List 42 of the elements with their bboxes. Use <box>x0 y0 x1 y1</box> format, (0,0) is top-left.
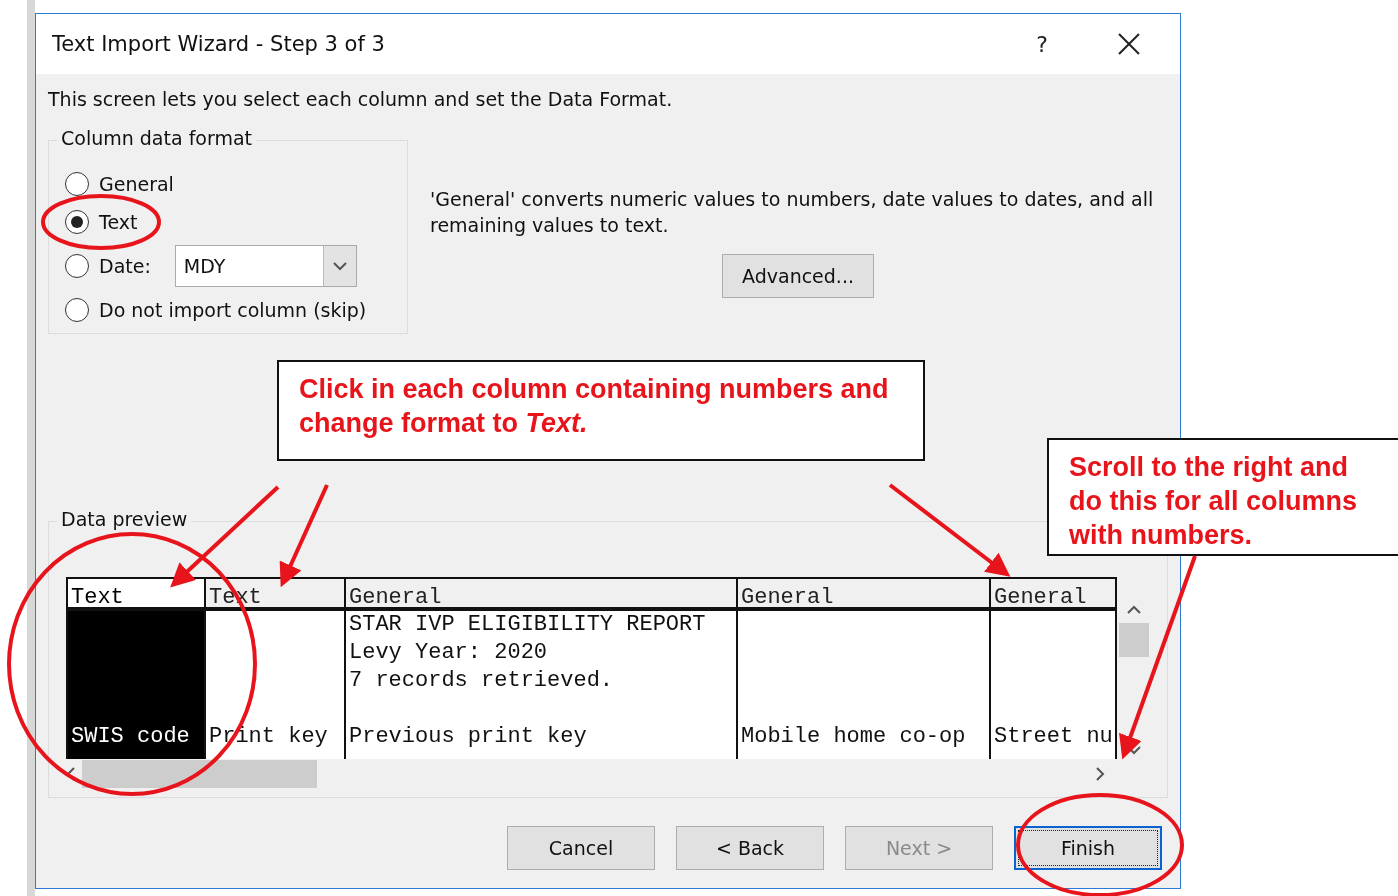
chevron-right-icon <box>1095 767 1105 781</box>
option-label: General <box>99 173 174 195</box>
help-button[interactable]: ? <box>1036 31 1048 57</box>
table-cell: Street nu <box>994 724 1113 749</box>
table-cell: STAR IVP ELIGIBILITY REPORT <box>349 612 706 637</box>
dialog-button[interactable]: < Back <box>676 826 824 870</box>
group-legend: Data preview <box>57 508 192 530</box>
column-format-label: General <box>349 585 442 607</box>
dialog-button[interactable]: Cancel <box>507 826 655 870</box>
scrollbar-thumb[interactable] <box>1119 623 1149 657</box>
chevron-up-icon <box>1127 605 1141 615</box>
scrollbar-thumb[interactable] <box>82 760 317 788</box>
callout-note: Click in each column containing numbers and change format to Text. <box>277 360 925 461</box>
dialog-button[interactable]: Finish <box>1014 826 1162 870</box>
close-icon[interactable] <box>1118 33 1140 55</box>
window-title: Text Import Wizard - Step 3 of 3 <box>52 32 386 56</box>
table-cell: 7 records retrieved. <box>349 668 614 693</box>
preview-column[interactable]: General STAR IVP ELIGIBILITY REPORT Levy Year: 2020 7 records retrieved. Previous print key <box>346 579 738 759</box>
instruction-text: This screen lets you select each column and set the Data Format. <box>48 88 674 110</box>
radio-button[interactable] <box>65 172 89 196</box>
table-cell: SWIS code <box>71 724 190 749</box>
radio-button[interactable] <box>65 210 89 234</box>
chevron-down-icon <box>332 261 347 271</box>
radio-button[interactable] <box>65 298 89 322</box>
table-cell: Levy Year: 2020 <box>349 640 548 665</box>
date-format-dropdown[interactable]: MDY <box>174 245 357 287</box>
table-cell: Previous print key <box>349 724 587 749</box>
option-label: Date: <box>99 255 151 277</box>
preview-column[interactable]: General Mobile home co-op <box>738 579 991 759</box>
option-label: Do not import column (skip) <box>99 299 367 321</box>
column-format-label: General <box>994 585 1087 607</box>
callout-note: Scroll to the right and do this for all columns with numbers. <box>1047 438 1398 556</box>
description-text: 'General' converts numeric values to numbers, date values to dates, and all remaining values to text. <box>430 187 1155 238</box>
column-format-label: Text <box>71 585 124 607</box>
column-format-label: General <box>741 585 834 607</box>
preview-column[interactable]: Text SWIS code <box>66 579 206 759</box>
preview-column[interactable]: General Street nu <box>991 579 1117 759</box>
advanced-button[interactable]: Advanced... <box>722 254 874 298</box>
option-label: Text <box>99 211 138 233</box>
table-cell: Mobile home co-op <box>741 724 966 749</box>
radio-button[interactable] <box>65 254 89 278</box>
vertical-scrollbar[interactable] <box>1117 605 1151 755</box>
